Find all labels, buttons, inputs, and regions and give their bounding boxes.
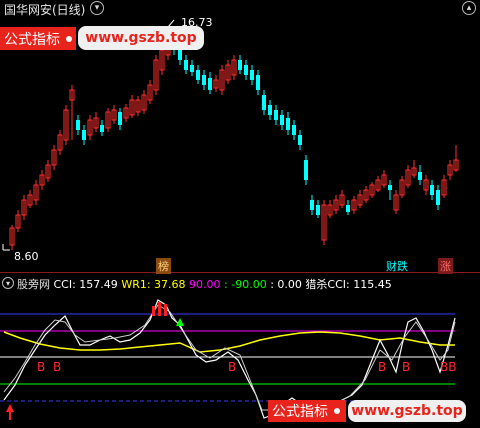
candle-body: [436, 190, 440, 205]
candle-body: [310, 200, 314, 210]
candle-body: [190, 65, 194, 72]
watermark-badge: 公式指标: [0, 27, 76, 50]
candle-body: [286, 118, 290, 130]
candle-body: [256, 75, 260, 90]
marker-bang: 榜: [156, 258, 171, 274]
wr1-value: WR1: 37.68: [121, 278, 186, 291]
candle-body: [184, 60, 188, 70]
low-pointer: [2, 244, 10, 251]
candles: [9, 32, 459, 250]
vm90-value: : -90.00: [224, 278, 267, 291]
peak-bar: [152, 306, 155, 316]
candle-body: [100, 125, 104, 132]
candle-body: [298, 135, 302, 145]
candle-body: [238, 60, 242, 70]
dot-icon: [334, 408, 340, 414]
marker-zhang: 涨: [438, 258, 453, 274]
cci-value: CCI: 157.49: [53, 278, 118, 291]
indicator-name[interactable]: 股旁网: [17, 278, 50, 291]
candle-body: [196, 70, 200, 80]
candle-body: [292, 125, 296, 135]
up-arrow-icon: [6, 404, 14, 420]
wr1-line: [3, 331, 455, 353]
buy-signal: BB: [440, 360, 457, 374]
buy-signal: B: [37, 360, 46, 374]
candle-body: [304, 160, 308, 180]
watermark-badge-label: 公式指标: [4, 31, 60, 48]
dot-icon: [66, 35, 72, 42]
candle-body: [202, 75, 206, 85]
lie-sha-value: 猎杀CCI: 115.45: [305, 278, 392, 291]
v90-value: 90.00: [189, 278, 221, 291]
watermark-url: www.gszb.top: [78, 26, 204, 50]
candle-body: [268, 105, 272, 115]
candle-body: [208, 78, 212, 90]
candle-body: [418, 172, 422, 180]
candle-body: [76, 120, 80, 130]
peak-bar: [164, 304, 167, 316]
marker-caidie: 财跌: [386, 260, 408, 273]
chevron-down-icon[interactable]: ▾: [2, 277, 14, 289]
candle-body: [250, 70, 254, 80]
candle-body: [178, 50, 182, 60]
watermark-badge: 公式指标: [268, 400, 346, 422]
candle-body: [388, 185, 392, 190]
watermark-badge-label: 公式指标: [272, 404, 328, 420]
low-price-label: 8.60: [14, 250, 39, 263]
candle-body: [274, 110, 278, 120]
candle-body: [244, 65, 248, 75]
candle-body: [280, 115, 284, 125]
indicator-header: 股旁网 CCI: 157.49 WR1: 37.68 90.00 : -90.0…: [17, 276, 392, 292]
lie-sha-line: [3, 304, 456, 413]
candle-body: [346, 205, 350, 212]
candle-body: [262, 95, 266, 110]
candle-body: [118, 112, 122, 125]
peak-bar: [158, 302, 161, 316]
buy-signal: B: [228, 360, 237, 374]
candle-body: [430, 185, 434, 195]
candle-body: [316, 205, 320, 215]
buy-signal: B: [378, 360, 387, 374]
watermark-url: www.gszb.top: [348, 400, 466, 422]
candle-body: [82, 130, 86, 140]
buy-signal: B: [402, 360, 411, 374]
v0-value: : 0.00: [270, 278, 302, 291]
buy-signal: B: [53, 360, 62, 374]
